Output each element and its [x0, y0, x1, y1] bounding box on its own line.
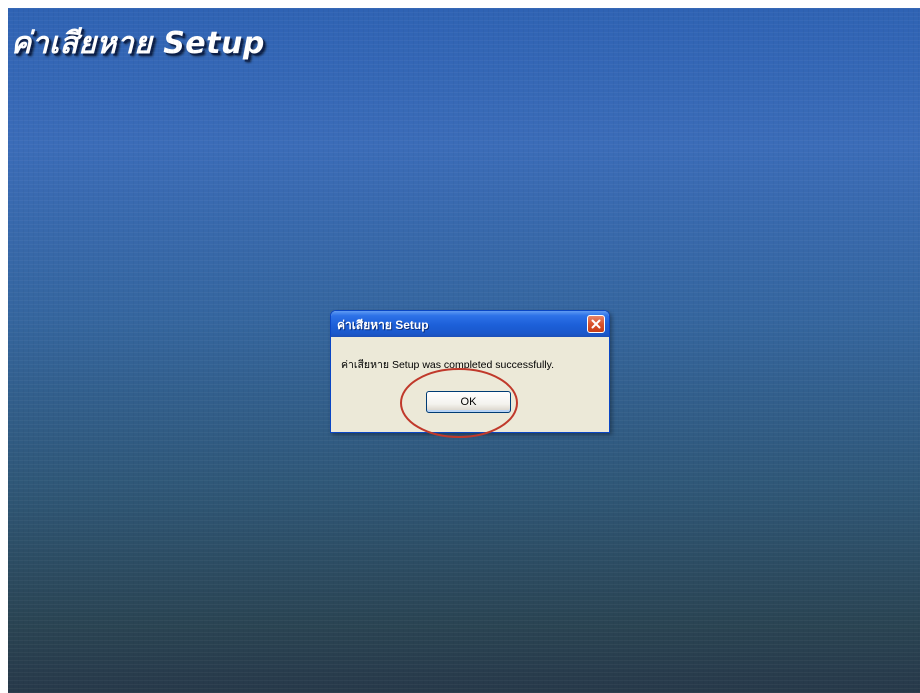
- dialog-body: ค่าเสียหาย Setup was completed successfu…: [331, 337, 609, 432]
- dialog-titlebar[interactable]: ค่าเสียหาย Setup: [331, 311, 609, 337]
- dialog-message: ค่าเสียหาย Setup was completed successfu…: [341, 359, 555, 371]
- ok-button[interactable]: OK: [426, 391, 511, 413]
- completion-dialog: ค่าเสียหาย Setup ค่าเสียหาย Setup was co…: [330, 310, 610, 433]
- close-icon: [591, 319, 601, 329]
- close-button[interactable]: [587, 315, 605, 333]
- setup-title: ค่าเสียหาย Setup: [11, 26, 265, 61]
- dialog-title: ค่าเสียหาย Setup: [337, 318, 429, 332]
- installer-screen: ค่าเสียหาย Setup ค่าเสียหาย Setup ค่าเสี…: [8, 8, 920, 693]
